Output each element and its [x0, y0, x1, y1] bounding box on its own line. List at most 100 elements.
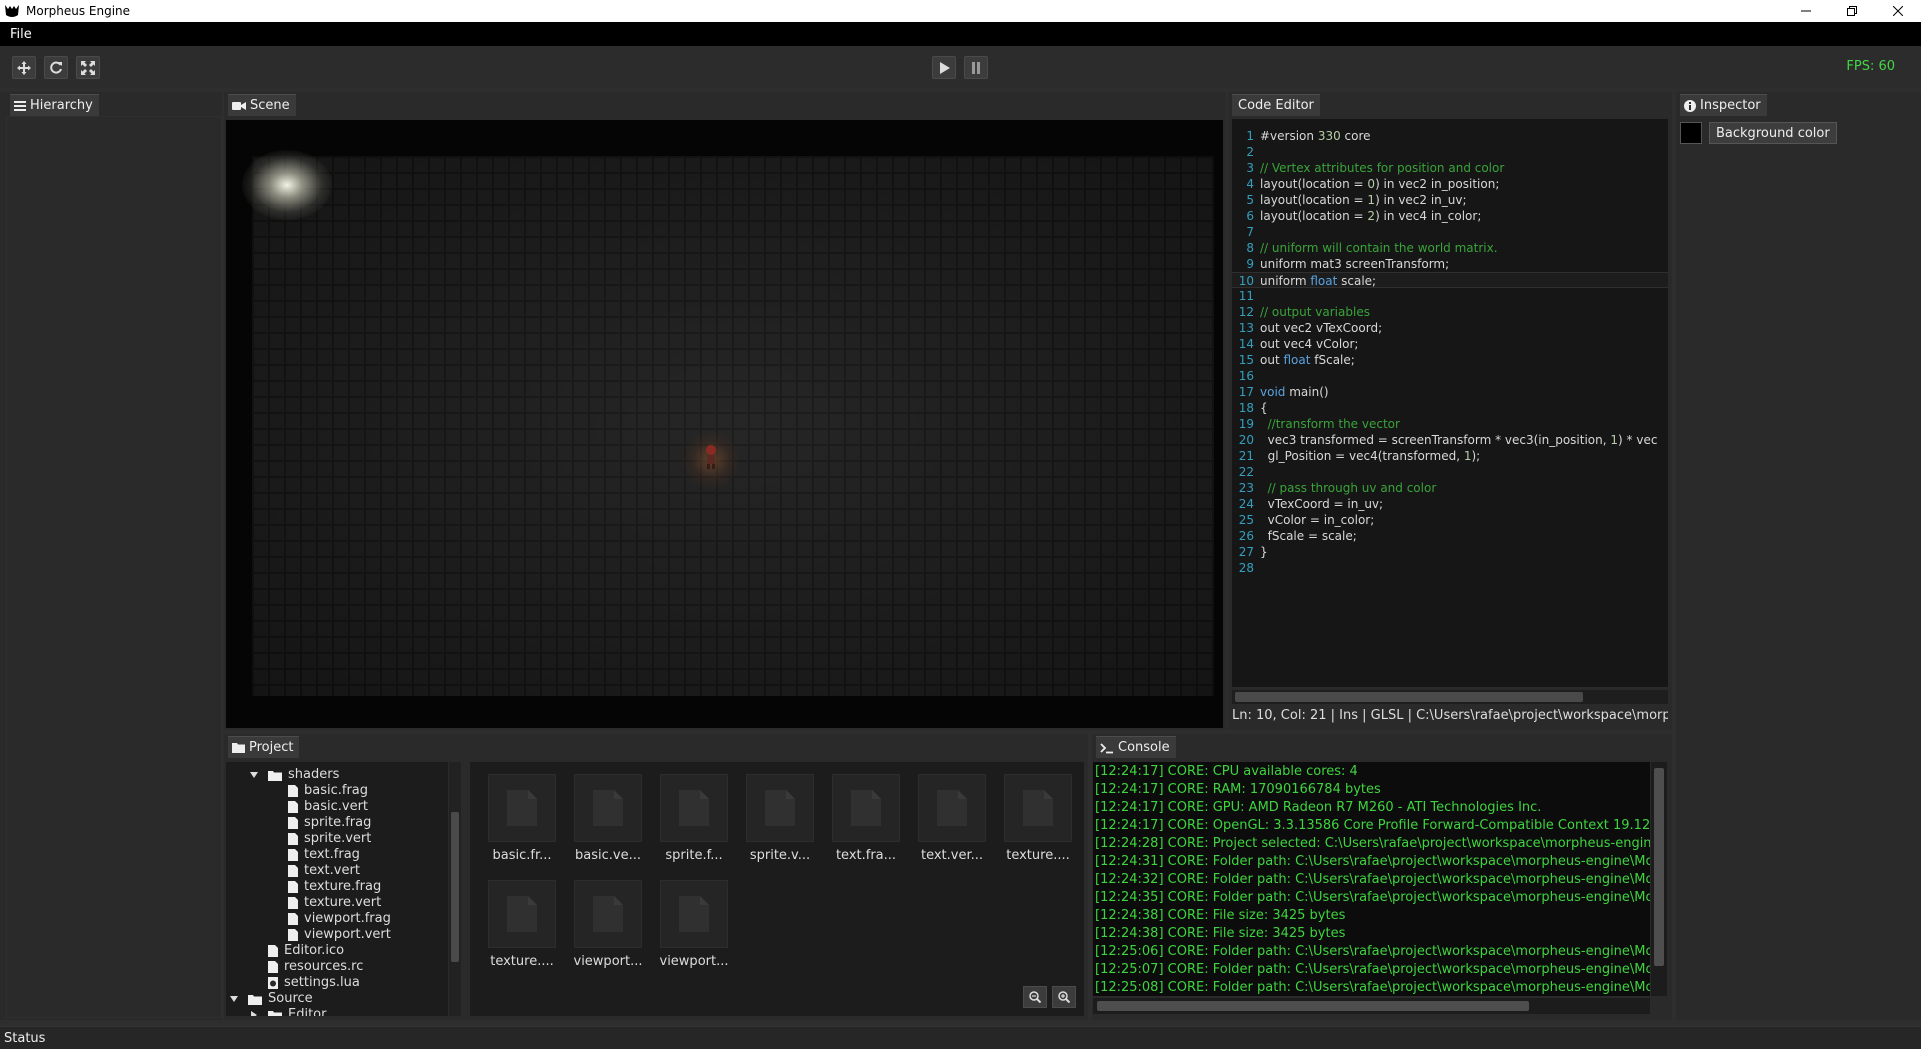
code-line[interactable]: 11 [1232, 288, 1668, 304]
hierarchy-tree[interactable] [6, 116, 222, 1018]
code-line[interactable]: 27} [1232, 544, 1668, 560]
scale-tool-button[interactable] [76, 56, 100, 79]
code-line[interactable]: 23 // pass through uv and color [1232, 480, 1668, 496]
code-line[interactable]: 18 { [1232, 400, 1668, 416]
tree-folder[interactable]: Source [230, 991, 313, 1007]
code-line[interactable]: 1 #version 330 core [1232, 128, 1668, 144]
code-line[interactable]: 5 layout(location = 1) in vec2 in_uv; [1232, 192, 1668, 208]
minimize-button[interactable] [1783, 0, 1829, 22]
tab-code-editor[interactable]: Code Editor [1232, 94, 1320, 116]
code-line[interactable]: 22 [1232, 464, 1668, 480]
code-line[interactable]: 12 // output variables [1232, 304, 1668, 320]
scene-viewport[interactable] [226, 120, 1223, 728]
tab-hierarchy[interactable]: Hierarchy [10, 94, 99, 116]
code-line[interactable]: 14 out vec4 vColor; [1232, 336, 1668, 352]
tree-item-label: texture.vert [304, 895, 382, 910]
console-output[interactable]: [12:24:17] CORE: CPU available cores: 4 [… [1093, 762, 1650, 996]
code-line[interactable]: 17 void main() [1232, 384, 1668, 400]
code-line[interactable]: 7 [1232, 224, 1668, 240]
code-line[interactable]: 4 layout(location = 0) in vec2 in_positio… [1232, 176, 1668, 192]
file-icon [288, 913, 298, 925]
player-sprite[interactable] [681, 430, 741, 490]
tree-file[interactable]: texture.vert [288, 895, 381, 911]
file-tile[interactable]: text.fra... [828, 772, 904, 872]
tree-file[interactable]: sprite.vert [288, 831, 371, 847]
code-line[interactable]: 24 vTexCoord = in_uv; [1232, 496, 1668, 512]
code-line[interactable]: 25 vColor = in_color; [1232, 512, 1668, 528]
line-number: 28 [1238, 561, 1254, 575]
code-line[interactable]: 20 vec3 transformed = screenTransform * … [1232, 432, 1668, 448]
code-line-text: vec3 transformed = screenTransform * vec… [1260, 433, 1658, 447]
file-tile[interactable]: texture.... [1000, 772, 1076, 872]
code-line[interactable]: 9 uniform mat3 screenTransform; [1232, 256, 1668, 272]
code-line[interactable]: 3 // Vertex attributes for position and c… [1232, 160, 1668, 176]
line-number: 8 [1246, 241, 1254, 255]
code-line[interactable]: 6 layout(location = 2) in vec4 in_color; [1232, 208, 1668, 224]
scroll-thumb[interactable] [451, 812, 459, 962]
close-icon [1893, 6, 1903, 16]
tree-folder[interactable]: Editor [250, 1007, 326, 1016]
code-line[interactable]: 19 //transform the vector [1232, 416, 1668, 432]
file-tile[interactable]: texture.... [484, 878, 560, 978]
tree-file[interactable]: basic.vert [288, 799, 368, 815]
file-tile[interactable]: text.ver... [914, 772, 990, 872]
project-tree[interactable]: shaders basic.frag basic.vert sprite.frag sp… [226, 762, 448, 1016]
project-file-grid[interactable]: basic.fr... basic.ve... sprite.f... sprite.… [470, 762, 1084, 1016]
tree-file[interactable]: texture.frag [288, 879, 381, 895]
code-line[interactable]: 28 [1232, 560, 1668, 576]
tree-file[interactable]: basic.frag [288, 783, 368, 799]
rotate-tool-button[interactable] [44, 56, 68, 79]
file-tile[interactable]: sprite.v... [742, 772, 818, 872]
tree-file[interactable]: Editor.ico [268, 943, 344, 959]
scroll-thumb[interactable] [1097, 1001, 1529, 1011]
pause-button[interactable] [964, 56, 988, 79]
tree-file[interactable]: resources.rc [268, 959, 363, 975]
file-tile[interactable]: basic.fr... [484, 772, 560, 872]
console-vscrollbar[interactable] [1651, 762, 1667, 996]
zoom-in-button[interactable] [1052, 986, 1076, 1008]
chevron-right-icon[interactable] [250, 1011, 258, 1016]
tree-file[interactable]: text.frag [288, 847, 360, 863]
tree-file[interactable]: viewport.frag [288, 911, 391, 927]
file-tile[interactable]: sprite.f... [656, 772, 732, 872]
file-tile[interactable]: viewport... [570, 878, 646, 978]
tree-file[interactable]: text.vert [288, 863, 360, 879]
tab-scene[interactable]: Scene [228, 94, 296, 116]
code-editor-text[interactable]: 1 #version 330 core 2 3// Vertex attributes… [1232, 119, 1668, 687]
code-line[interactable]: 13 out vec2 vTexCoord; [1232, 320, 1668, 336]
project-tree-vscrollbar[interactable] [449, 762, 461, 1016]
zoom-out-button[interactable] [1023, 986, 1047, 1008]
code-line[interactable]: 21 gl_Position = vec4(transformed, 1); [1232, 448, 1668, 464]
code-line[interactable]: 16 [1232, 368, 1668, 384]
restore-button[interactable] [1829, 0, 1875, 22]
console-hscrollbar[interactable] [1093, 998, 1650, 1014]
code-line[interactable]: 26 fScale = scale; [1232, 528, 1668, 544]
scroll-thumb[interactable] [1235, 692, 1583, 702]
tree-item-label: viewport.frag [304, 911, 391, 926]
close-button[interactable] [1875, 0, 1921, 22]
code-line[interactable]: 2 [1232, 144, 1668, 160]
tab-inspector[interactable]: Inspector [1680, 94, 1767, 116]
tree-file[interactable]: viewport.vert [288, 927, 391, 943]
scroll-thumb[interactable] [1654, 768, 1664, 966]
tree-folder[interactable]: shaders [250, 767, 339, 783]
menu-file[interactable]: File [0, 27, 42, 42]
code-line[interactable]: 15 out float fScale; [1232, 352, 1668, 368]
background-color-swatch[interactable] [1680, 122, 1702, 144]
tab-console[interactable]: Console [1096, 736, 1176, 758]
code-editor-hscrollbar[interactable] [1232, 690, 1668, 704]
tab-project[interactable]: Project [228, 736, 300, 758]
code-line[interactable]: 8 // uniform will contain the world matri… [1232, 240, 1668, 256]
chevron-down-icon[interactable] [250, 771, 258, 779]
code-line[interactable]: 10 uniform float scale; [1232, 272, 1668, 288]
tree-file[interactable]: sprite.frag [288, 815, 371, 831]
code-line-text: out vec2 vTexCoord; [1260, 321, 1383, 335]
background-color-button[interactable]: Background color [1709, 122, 1837, 144]
file-name: viewport... [659, 954, 729, 969]
chevron-down-icon[interactable] [230, 995, 238, 1003]
file-tile[interactable]: basic.ve... [570, 772, 646, 872]
move-tool-button[interactable] [12, 56, 36, 79]
file-tile[interactable]: viewport... [656, 878, 732, 978]
play-button[interactable] [932, 56, 956, 79]
tree-file[interactable]: settings.lua [268, 975, 360, 991]
